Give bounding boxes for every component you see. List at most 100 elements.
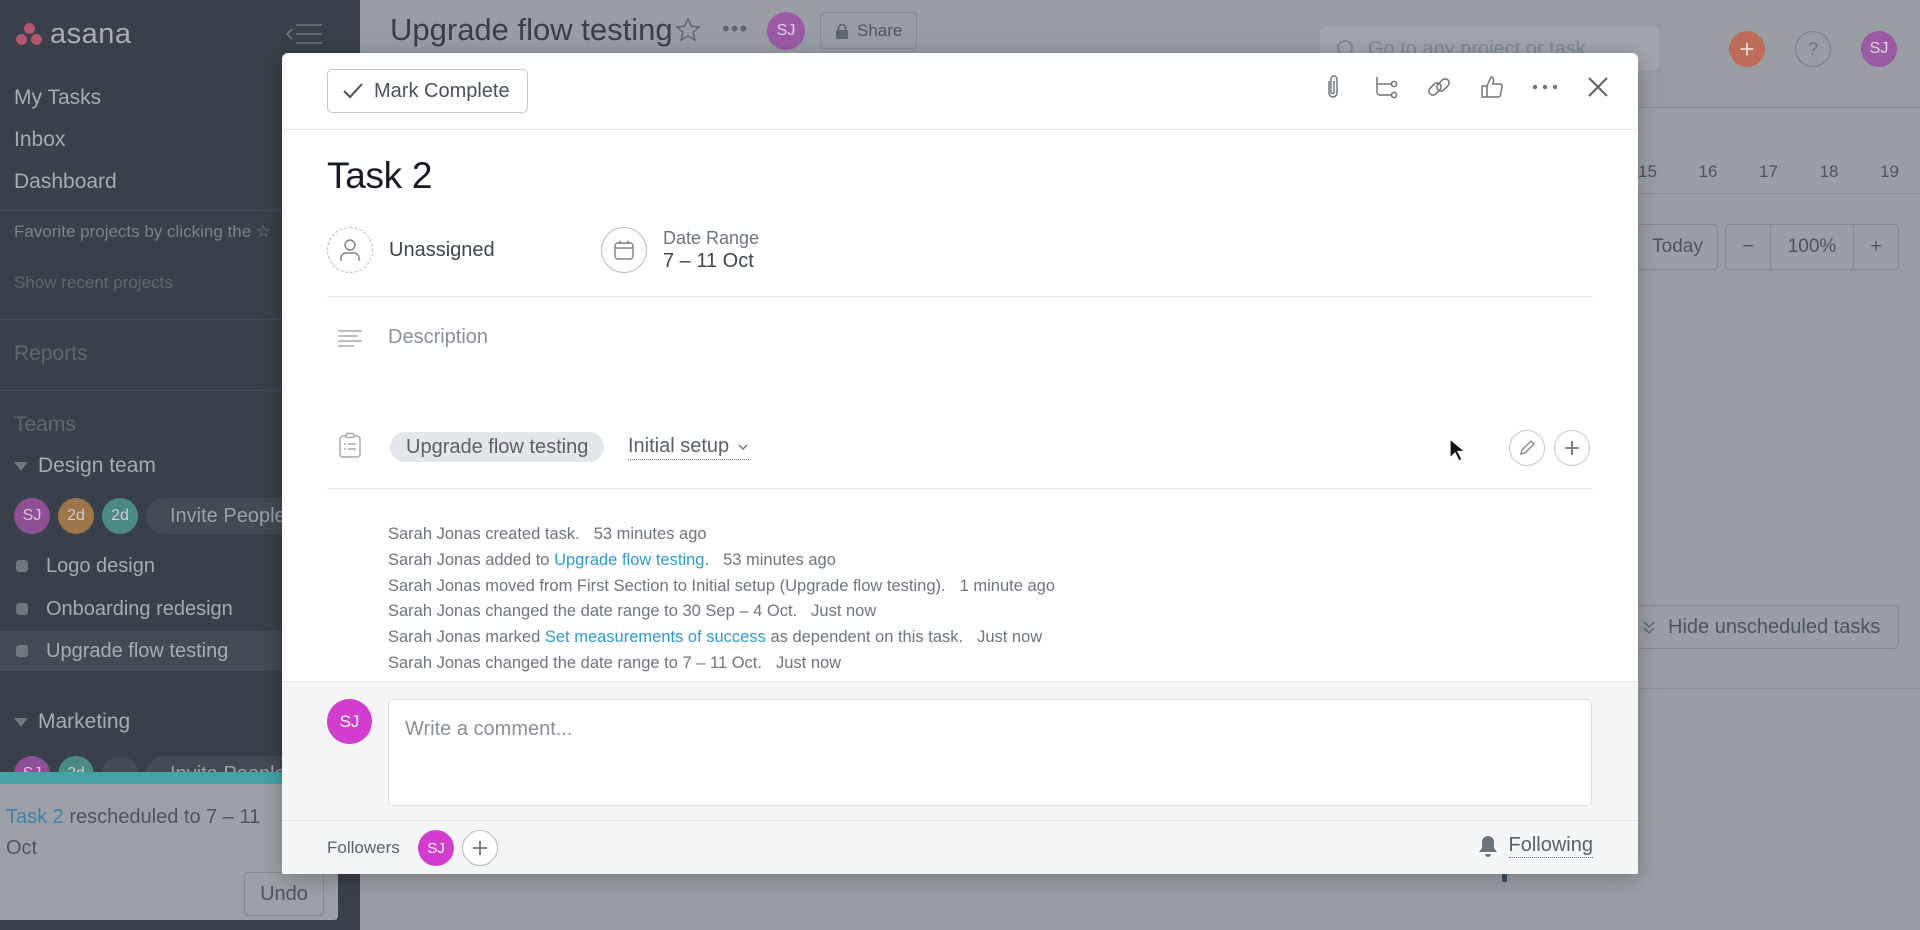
nav-my-tasks[interactable]: My Tasks bbox=[14, 86, 101, 110]
activity-actor[interactable]: Sarah Jonas bbox=[388, 654, 481, 672]
activity-text: changed the date range to 30 Sep – 4 Oct… bbox=[480, 602, 798, 621]
member-avatar[interactable]: 2d bbox=[58, 498, 94, 534]
nav-inbox[interactable]: Inbox bbox=[14, 128, 65, 152]
undo-button[interactable]: Undo bbox=[244, 872, 324, 916]
task-toolbar: Mark Complete bbox=[282, 53, 1638, 130]
activity-actor[interactable]: Sarah Jonas bbox=[388, 628, 481, 646]
link-icon[interactable] bbox=[1425, 73, 1453, 101]
check-icon bbox=[343, 83, 363, 99]
member-avatar[interactable]: 2d bbox=[102, 498, 138, 534]
paperclip-icon[interactable] bbox=[1319, 73, 1347, 101]
timeline-day: 17 bbox=[1759, 162, 1778, 181]
caret-down-icon bbox=[14, 717, 28, 727]
comment-author-avatar: SJ bbox=[327, 699, 372, 744]
hide-unscheduled-button[interactable]: Hide unscheduled tasks bbox=[1638, 605, 1899, 649]
teams-heading: Teams bbox=[14, 413, 76, 436]
activity-feed: Sarah Jonas created task. 53 minutes ago … bbox=[388, 522, 1055, 677]
timeline-day: 16 bbox=[1698, 162, 1718, 181]
plus-icon bbox=[473, 841, 487, 855]
toolbar-icons bbox=[1319, 73, 1612, 101]
close-icon[interactable] bbox=[1584, 73, 1612, 101]
toast-task-link[interactable]: Task 2 bbox=[6, 806, 64, 828]
add-to-project-button[interactable] bbox=[1554, 430, 1590, 466]
comment-input[interactable]: Write a comment... bbox=[388, 699, 1592, 806]
followers-bar: Followers SJ Following bbox=[282, 820, 1638, 874]
zoom-out-button[interactable]: − bbox=[1726, 225, 1770, 269]
activity-actor[interactable]: Sarah Jonas bbox=[388, 577, 481, 595]
task-title[interactable]: Task 2 bbox=[327, 155, 432, 197]
activity-link[interactable]: Set measurements of success bbox=[545, 628, 766, 646]
team-members: SJ 2d 2d Invite People bbox=[14, 498, 310, 534]
date-range-label: Date Range bbox=[663, 228, 760, 248]
timeline-days: 15 16 17 18 19 bbox=[1638, 162, 1920, 182]
subtask-icon[interactable] bbox=[1372, 73, 1400, 101]
more-icon[interactable] bbox=[1531, 73, 1559, 101]
help-button[interactable]: ? bbox=[1795, 31, 1831, 67]
clipboard-icon bbox=[338, 432, 362, 458]
team-design-toggle[interactable]: Design team bbox=[14, 454, 156, 478]
activity-time: Just now bbox=[811, 602, 877, 621]
timeline-day: 19 bbox=[1880, 162, 1899, 181]
edit-projects-button[interactable] bbox=[1509, 430, 1545, 466]
collapse-sidebar-icon[interactable] bbox=[284, 22, 324, 46]
following-toggle[interactable]: Following bbox=[1477, 833, 1593, 858]
activity-text: created task. bbox=[480, 525, 580, 543]
mark-complete-button[interactable]: Mark Complete bbox=[327, 69, 528, 113]
section-label: Initial setup bbox=[628, 435, 730, 457]
bell-icon bbox=[1478, 835, 1497, 857]
project-name: Upgrade flow testing bbox=[46, 639, 229, 662]
nav-dashboard[interactable]: Dashboard bbox=[14, 170, 117, 194]
assignee-field[interactable]: Unassigned bbox=[327, 227, 495, 273]
description-field[interactable]: Description bbox=[388, 326, 488, 349]
section-divider bbox=[327, 296, 1593, 297]
activity-actor[interactable]: Sarah Jonas bbox=[388, 551, 481, 569]
section-dropdown[interactable]: Initial setup bbox=[628, 435, 750, 460]
team-marketing-toggle[interactable]: Marketing bbox=[14, 710, 130, 734]
date-range-value: 7 – 11 Oct bbox=[663, 250, 754, 272]
activity-time: 53 minutes ago bbox=[723, 550, 836, 569]
activity-actor[interactable]: Sarah Jonas bbox=[388, 602, 481, 620]
project-color-icon bbox=[16, 645, 28, 657]
activity-link[interactable]: Upgrade flow testing bbox=[554, 551, 704, 569]
due-date-field[interactable]: Date Range 7 – 11 Oct bbox=[601, 227, 759, 273]
activity-text: moved from First Section to Initial setu… bbox=[480, 576, 946, 595]
team-name: Design team bbox=[38, 454, 156, 477]
quick-add-button[interactable]: + bbox=[1729, 31, 1765, 67]
user-avatar[interactable]: SJ bbox=[1861, 31, 1897, 67]
description-icon bbox=[338, 329, 362, 347]
today-button[interactable]: Today bbox=[1638, 224, 1718, 270]
team-name: Marketing bbox=[38, 710, 131, 733]
followers-label: Followers bbox=[327, 838, 400, 857]
caret-down-icon bbox=[14, 461, 28, 471]
timeline-day: 15 bbox=[1638, 162, 1657, 181]
asana-logo-icon bbox=[16, 22, 44, 47]
activity-time: Just now bbox=[775, 653, 842, 672]
share-button[interactable]: Share bbox=[820, 12, 918, 49]
star-icon[interactable] bbox=[674, 16, 702, 44]
add-follower-button[interactable] bbox=[462, 830, 498, 866]
more-icon[interactable]: ••• bbox=[722, 16, 748, 42]
activity-actor[interactable]: Sarah Jonas bbox=[388, 525, 481, 543]
nav-reports[interactable]: Reports bbox=[14, 342, 88, 366]
like-icon[interactable] bbox=[1478, 73, 1506, 101]
zoom-in-button[interactable]: + bbox=[1854, 225, 1898, 269]
asana-logo[interactable]: asana bbox=[16, 18, 132, 51]
activity-item: Sarah Jonas changed the date range to 7 … bbox=[388, 651, 1055, 677]
activity-item: Sarah Jonas moved from First Section to … bbox=[388, 574, 1055, 600]
activity-item: Sarah Jonas added to Upgrade flow testin… bbox=[388, 548, 1055, 574]
share-label: Share bbox=[857, 20, 903, 40]
double-chevron-down-icon bbox=[1643, 621, 1655, 635]
zoom-level: 100% bbox=[1770, 225, 1854, 269]
activity-time: 1 minute ago bbox=[959, 576, 1056, 595]
pencil-icon bbox=[1520, 440, 1535, 455]
show-recent-projects-link[interactable]: Show recent projects bbox=[14, 273, 173, 293]
member-avatar[interactable]: SJ bbox=[14, 498, 50, 534]
section-divider bbox=[327, 488, 1593, 489]
chevron-down-icon bbox=[738, 444, 748, 450]
activity-text: . bbox=[704, 550, 710, 569]
project-tag[interactable]: Upgrade flow testing bbox=[390, 432, 605, 462]
project-owner-avatar[interactable]: SJ bbox=[767, 12, 805, 50]
follower-avatar[interactable]: SJ bbox=[418, 830, 454, 866]
lock-icon bbox=[836, 23, 848, 39]
timeline-day: 18 bbox=[1819, 162, 1839, 181]
